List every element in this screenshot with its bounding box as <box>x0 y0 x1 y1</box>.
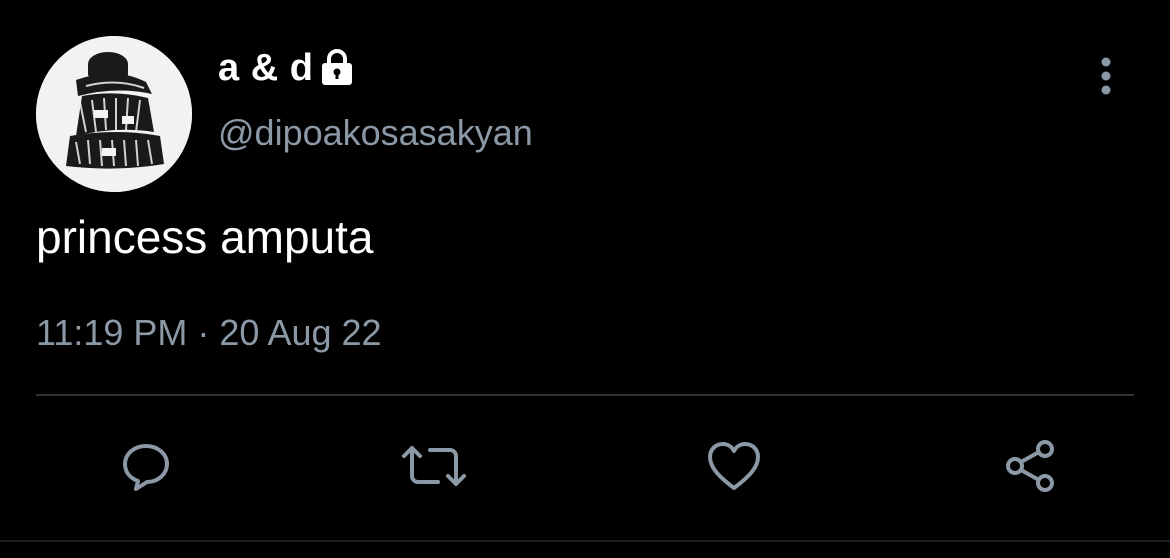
avatar[interactable] <box>36 36 192 192</box>
share-button[interactable] <box>994 430 1066 502</box>
reply-icon <box>123 444 169 491</box>
more-vertical-icon[interactable] <box>1090 54 1122 98</box>
tweet-timestamp[interactable]: 11:19 PM · 20 Aug 22 <box>36 312 382 354</box>
heart-icon <box>708 442 760 490</box>
avatar-image <box>36 36 192 192</box>
retweet-icon <box>402 446 466 486</box>
lock-icon <box>317 48 357 88</box>
like-button[interactable] <box>698 430 770 502</box>
divider <box>36 394 1134 396</box>
reply-button[interactable] <box>110 430 182 502</box>
display-name-row: a & d <box>218 44 357 92</box>
display-name[interactable]: a & d <box>218 47 313 90</box>
retweet-button[interactable] <box>398 430 470 502</box>
share-icon <box>1006 440 1054 492</box>
user-handle[interactable]: @dipoakosasakyan <box>218 112 533 154</box>
action-bar <box>0 430 1170 502</box>
tweet-text: princess amputa <box>36 211 374 263</box>
tweet-detail: a & d @dipoakosasakyan princess amputa 1… <box>0 0 1170 558</box>
bottom-divider <box>0 540 1170 542</box>
